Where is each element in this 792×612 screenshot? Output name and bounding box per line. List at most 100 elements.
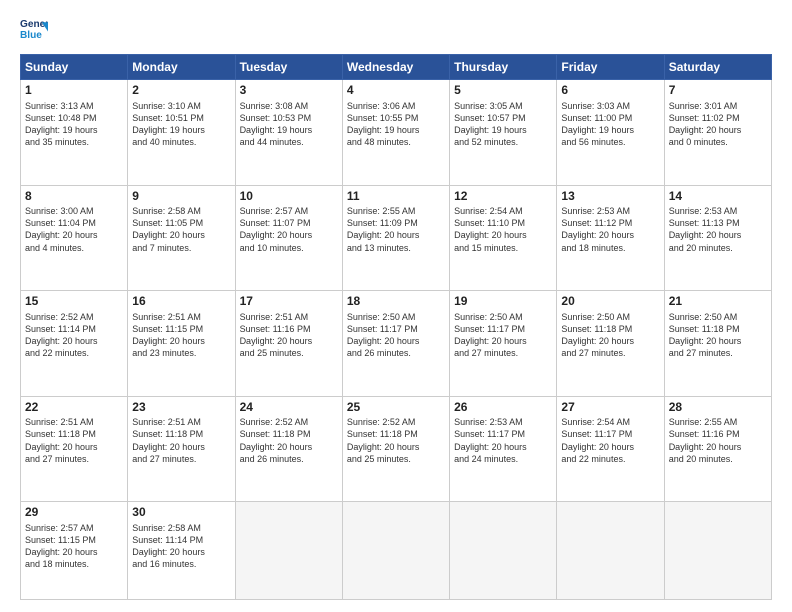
calendar-cell: 20Sunrise: 2:50 AM Sunset: 11:18 PM Dayl… <box>557 291 664 397</box>
calendar-cell: 19Sunrise: 2:50 AM Sunset: 11:17 PM Dayl… <box>450 291 557 397</box>
calendar-cell: 12Sunrise: 2:54 AM Sunset: 11:10 PM Dayl… <box>450 185 557 291</box>
svg-text:Blue: Blue <box>20 30 42 41</box>
page: General Blue SundayMondayTuesdayWednesda… <box>0 0 792 612</box>
day-number: 14 <box>669 189 767 205</box>
day-number: 28 <box>669 400 767 416</box>
day-number: 2 <box>132 83 230 99</box>
day-info: Sunrise: 3:06 AM Sunset: 10:55 PM Daylig… <box>347 100 445 149</box>
calendar-cell: 3Sunrise: 3:08 AM Sunset: 10:53 PM Dayli… <box>235 80 342 186</box>
day-info: Sunrise: 2:52 AM Sunset: 11:14 PM Daylig… <box>25 311 123 360</box>
calendar-header-saturday: Saturday <box>664 55 771 80</box>
day-number: 8 <box>25 189 123 205</box>
day-number: 22 <box>25 400 123 416</box>
calendar-cell: 25Sunrise: 2:52 AM Sunset: 11:18 PM Dayl… <box>342 396 449 502</box>
week-row-4: 22Sunrise: 2:51 AM Sunset: 11:18 PM Dayl… <box>21 396 772 502</box>
calendar-cell <box>557 502 664 600</box>
calendar-cell: 26Sunrise: 2:53 AM Sunset: 11:17 PM Dayl… <box>450 396 557 502</box>
logo: General Blue <box>20 16 52 44</box>
day-info: Sunrise: 2:54 AM Sunset: 11:17 PM Daylig… <box>561 416 659 465</box>
logo-icon: General Blue <box>20 16 48 44</box>
calendar-cell: 28Sunrise: 2:55 AM Sunset: 11:16 PM Dayl… <box>664 396 771 502</box>
day-number: 19 <box>454 294 552 310</box>
day-info: Sunrise: 3:05 AM Sunset: 10:57 PM Daylig… <box>454 100 552 149</box>
day-info: Sunrise: 2:51 AM Sunset: 11:18 PM Daylig… <box>132 416 230 465</box>
day-number: 5 <box>454 83 552 99</box>
calendar-cell: 17Sunrise: 2:51 AM Sunset: 11:16 PM Dayl… <box>235 291 342 397</box>
day-number: 6 <box>561 83 659 99</box>
week-row-5: 29Sunrise: 2:57 AM Sunset: 11:15 PM Dayl… <box>21 502 772 600</box>
calendar-table: SundayMondayTuesdayWednesdayThursdayFrid… <box>20 54 772 600</box>
day-info: Sunrise: 3:13 AM Sunset: 10:48 PM Daylig… <box>25 100 123 149</box>
day-number: 21 <box>669 294 767 310</box>
day-info: Sunrise: 3:08 AM Sunset: 10:53 PM Daylig… <box>240 100 338 149</box>
week-row-2: 8Sunrise: 3:00 AM Sunset: 11:04 PM Dayli… <box>21 185 772 291</box>
day-info: Sunrise: 2:58 AM Sunset: 11:14 PM Daylig… <box>132 522 230 571</box>
day-info: Sunrise: 2:53 AM Sunset: 11:12 PM Daylig… <box>561 205 659 254</box>
calendar-header-friday: Friday <box>557 55 664 80</box>
day-number: 13 <box>561 189 659 205</box>
calendar-cell: 24Sunrise: 2:52 AM Sunset: 11:18 PM Dayl… <box>235 396 342 502</box>
day-info: Sunrise: 3:00 AM Sunset: 11:04 PM Daylig… <box>25 205 123 254</box>
week-row-3: 15Sunrise: 2:52 AM Sunset: 11:14 PM Dayl… <box>21 291 772 397</box>
calendar-header-wednesday: Wednesday <box>342 55 449 80</box>
day-info: Sunrise: 2:57 AM Sunset: 11:07 PM Daylig… <box>240 205 338 254</box>
day-number: 17 <box>240 294 338 310</box>
day-number: 27 <box>561 400 659 416</box>
calendar-cell: 11Sunrise: 2:55 AM Sunset: 11:09 PM Dayl… <box>342 185 449 291</box>
day-number: 10 <box>240 189 338 205</box>
day-number: 9 <box>132 189 230 205</box>
header: General Blue <box>20 16 772 44</box>
calendar-header-thursday: Thursday <box>450 55 557 80</box>
day-number: 15 <box>25 294 123 310</box>
calendar-cell: 18Sunrise: 2:50 AM Sunset: 11:17 PM Dayl… <box>342 291 449 397</box>
day-info: Sunrise: 2:55 AM Sunset: 11:09 PM Daylig… <box>347 205 445 254</box>
calendar-cell: 6Sunrise: 3:03 AM Sunset: 11:00 PM Dayli… <box>557 80 664 186</box>
day-info: Sunrise: 2:58 AM Sunset: 11:05 PM Daylig… <box>132 205 230 254</box>
day-info: Sunrise: 2:53 AM Sunset: 11:17 PM Daylig… <box>454 416 552 465</box>
calendar-cell: 22Sunrise: 2:51 AM Sunset: 11:18 PM Dayl… <box>21 396 128 502</box>
day-number: 29 <box>25 505 123 521</box>
calendar-cell: 9Sunrise: 2:58 AM Sunset: 11:05 PM Dayli… <box>128 185 235 291</box>
day-info: Sunrise: 2:51 AM Sunset: 11:18 PM Daylig… <box>25 416 123 465</box>
day-number: 23 <box>132 400 230 416</box>
calendar-cell: 30Sunrise: 2:58 AM Sunset: 11:14 PM Dayl… <box>128 502 235 600</box>
day-number: 26 <box>454 400 552 416</box>
calendar-cell: 27Sunrise: 2:54 AM Sunset: 11:17 PM Dayl… <box>557 396 664 502</box>
calendar-header-sunday: Sunday <box>21 55 128 80</box>
day-number: 7 <box>669 83 767 99</box>
calendar-cell: 16Sunrise: 2:51 AM Sunset: 11:15 PM Dayl… <box>128 291 235 397</box>
calendar-cell: 15Sunrise: 2:52 AM Sunset: 11:14 PM Dayl… <box>21 291 128 397</box>
day-number: 16 <box>132 294 230 310</box>
calendar-cell: 13Sunrise: 2:53 AM Sunset: 11:12 PM Dayl… <box>557 185 664 291</box>
day-info: Sunrise: 3:03 AM Sunset: 11:00 PM Daylig… <box>561 100 659 149</box>
day-info: Sunrise: 2:50 AM Sunset: 11:17 PM Daylig… <box>347 311 445 360</box>
day-info: Sunrise: 3:01 AM Sunset: 11:02 PM Daylig… <box>669 100 767 149</box>
day-number: 11 <box>347 189 445 205</box>
calendar-cell: 7Sunrise: 3:01 AM Sunset: 11:02 PM Dayli… <box>664 80 771 186</box>
calendar-cell: 4Sunrise: 3:06 AM Sunset: 10:55 PM Dayli… <box>342 80 449 186</box>
calendar-cell: 5Sunrise: 3:05 AM Sunset: 10:57 PM Dayli… <box>450 80 557 186</box>
calendar-cell: 29Sunrise: 2:57 AM Sunset: 11:15 PM Dayl… <box>21 502 128 600</box>
day-number: 12 <box>454 189 552 205</box>
calendar-cell: 10Sunrise: 2:57 AM Sunset: 11:07 PM Dayl… <box>235 185 342 291</box>
day-number: 3 <box>240 83 338 99</box>
calendar-cell <box>450 502 557 600</box>
day-number: 30 <box>132 505 230 521</box>
day-info: Sunrise: 2:53 AM Sunset: 11:13 PM Daylig… <box>669 205 767 254</box>
calendar-cell <box>664 502 771 600</box>
day-number: 4 <box>347 83 445 99</box>
calendar-cell: 21Sunrise: 2:50 AM Sunset: 11:18 PM Dayl… <box>664 291 771 397</box>
day-number: 1 <box>25 83 123 99</box>
day-info: Sunrise: 2:51 AM Sunset: 11:15 PM Daylig… <box>132 311 230 360</box>
day-number: 24 <box>240 400 338 416</box>
day-info: Sunrise: 2:52 AM Sunset: 11:18 PM Daylig… <box>240 416 338 465</box>
day-info: Sunrise: 2:54 AM Sunset: 11:10 PM Daylig… <box>454 205 552 254</box>
day-number: 18 <box>347 294 445 310</box>
day-info: Sunrise: 2:50 AM Sunset: 11:18 PM Daylig… <box>561 311 659 360</box>
calendar-cell <box>235 502 342 600</box>
calendar-cell <box>342 502 449 600</box>
calendar-header-monday: Monday <box>128 55 235 80</box>
day-info: Sunrise: 2:50 AM Sunset: 11:18 PM Daylig… <box>669 311 767 360</box>
day-info: Sunrise: 2:52 AM Sunset: 11:18 PM Daylig… <box>347 416 445 465</box>
calendar-cell: 2Sunrise: 3:10 AM Sunset: 10:51 PM Dayli… <box>128 80 235 186</box>
